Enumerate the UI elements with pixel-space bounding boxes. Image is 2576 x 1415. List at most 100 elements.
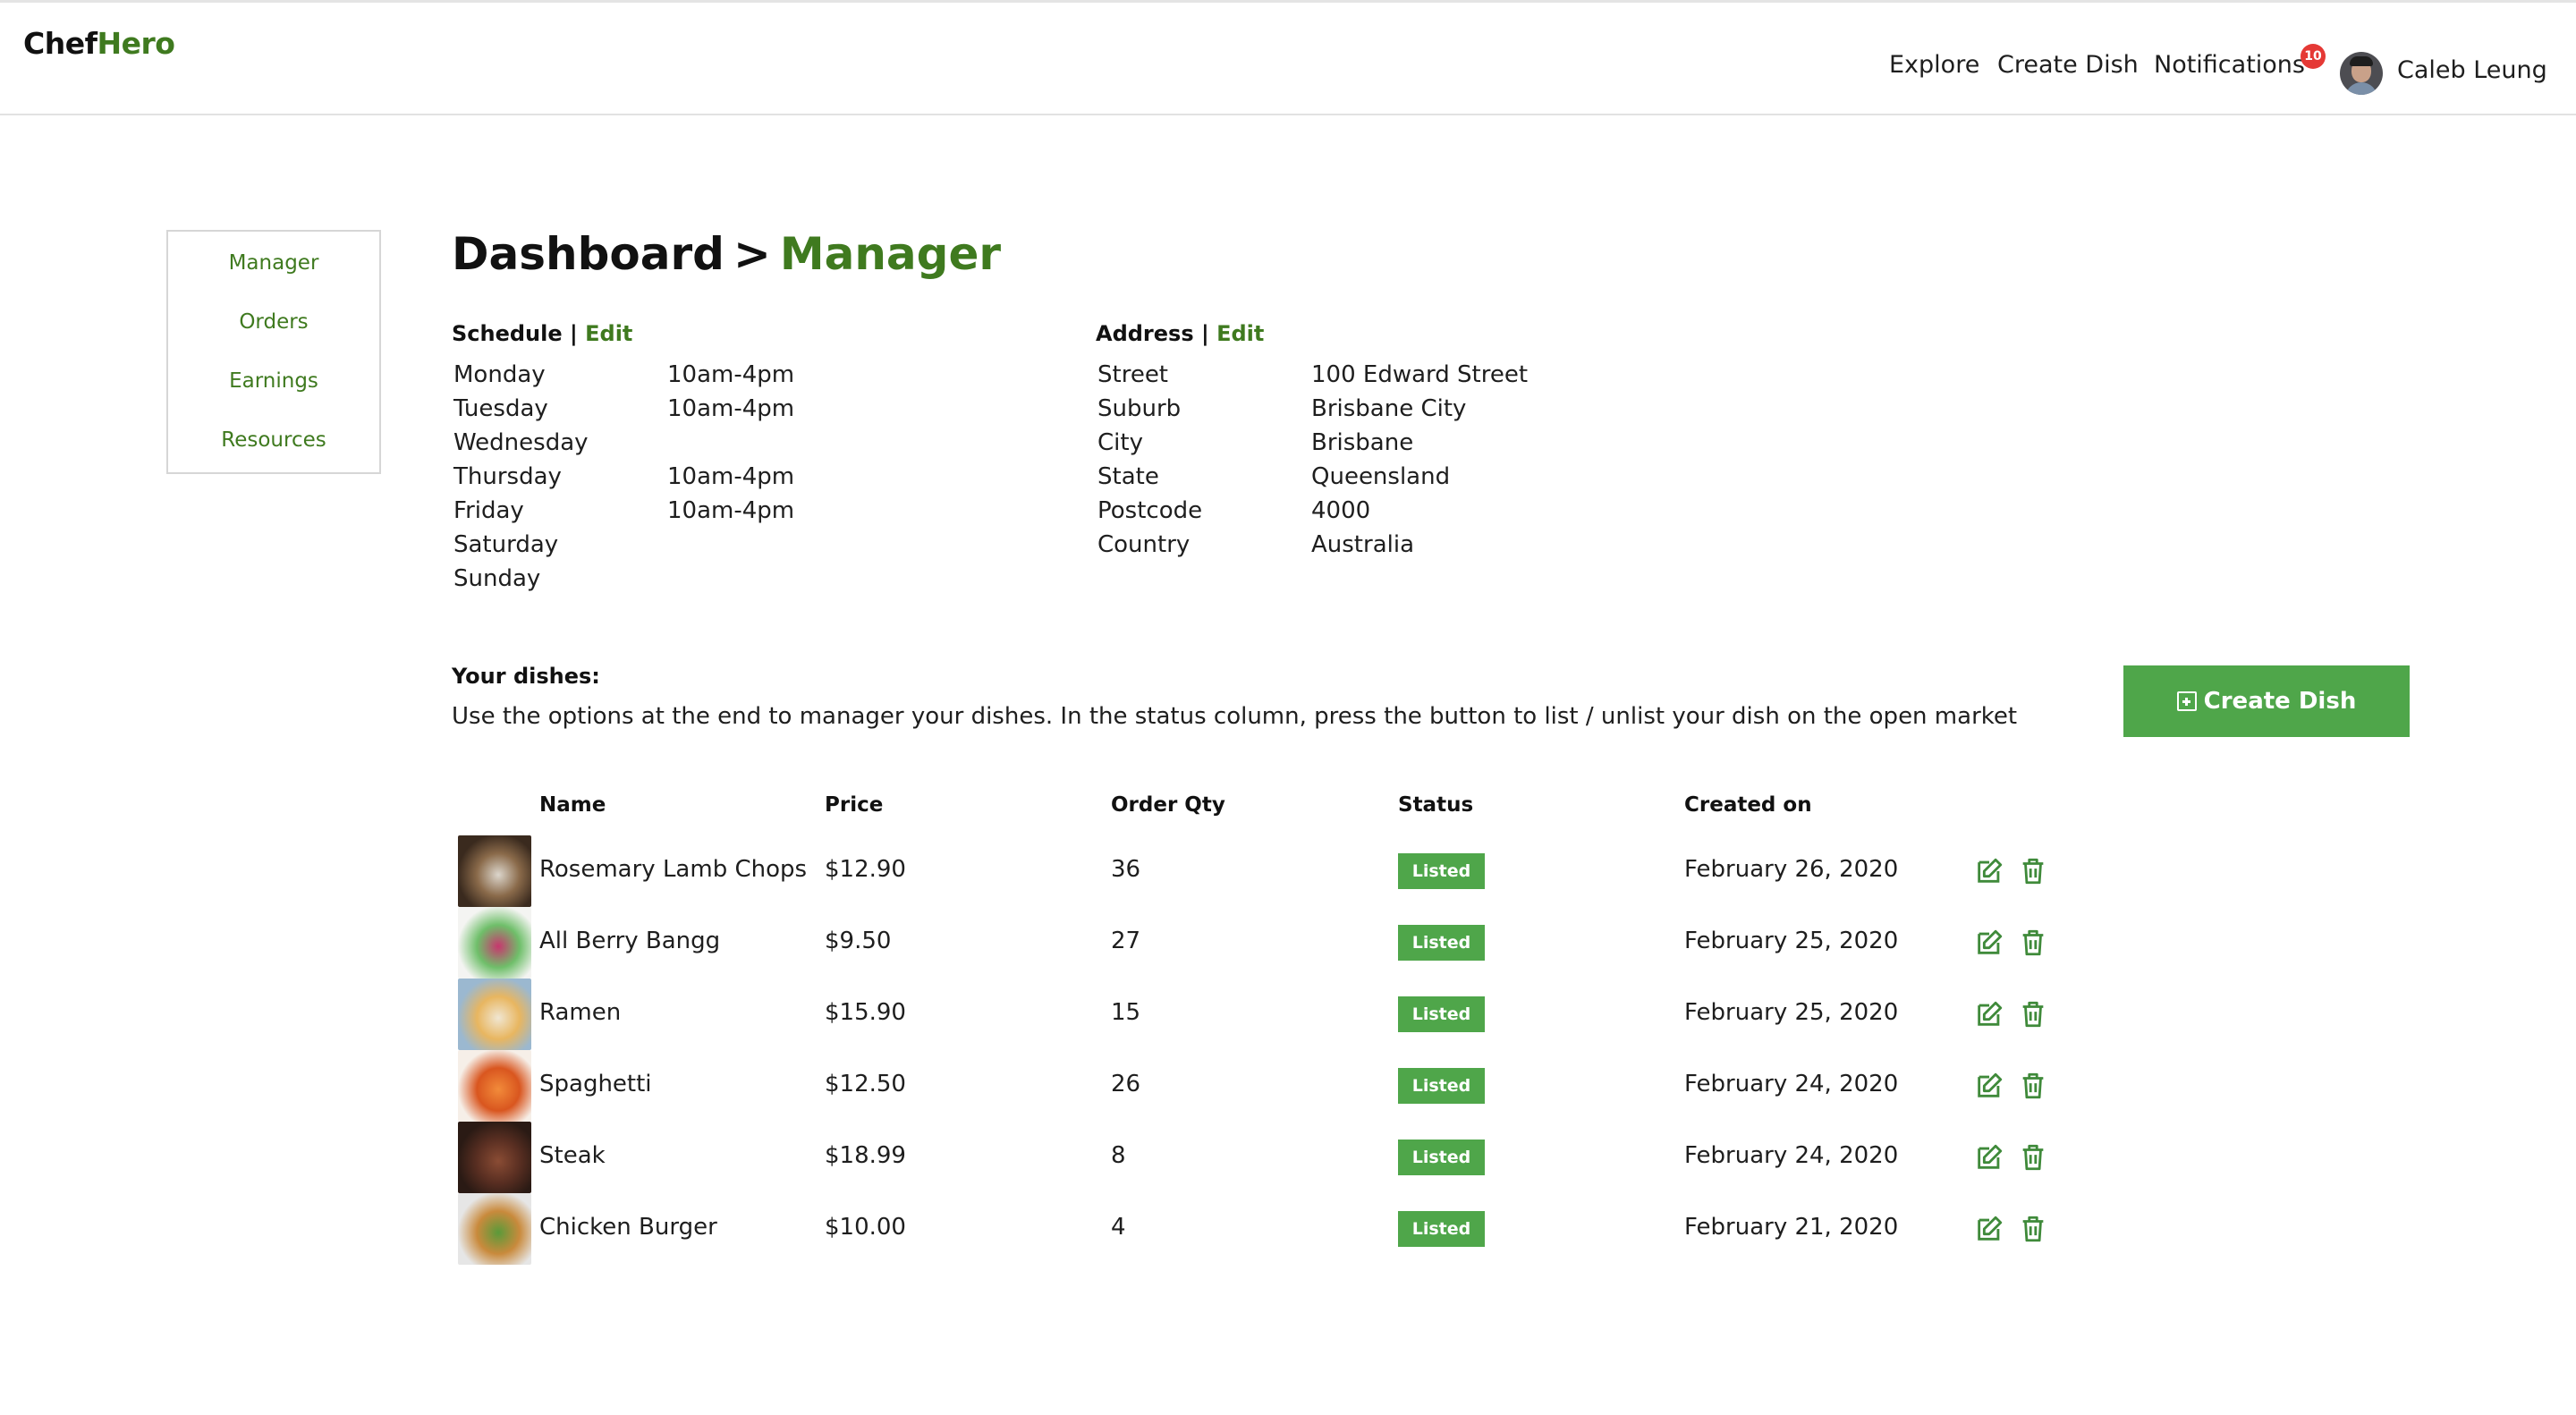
sidebar-item-resources[interactable]: Resources: [168, 428, 379, 452]
address-edit-link[interactable]: Edit: [1216, 321, 1264, 346]
sidebar-item-manager[interactable]: Manager: [168, 251, 379, 275]
trash-icon[interactable]: [2018, 1142, 2048, 1173]
address-value: Brisbane: [1311, 429, 1414, 456]
dish-name: Steak: [539, 1142, 606, 1169]
schedule-day: Wednesday: [453, 429, 589, 456]
dish-order-qty: 8: [1111, 1142, 1126, 1169]
dish-created-on: February 25, 2020: [1684, 999, 1899, 1026]
dish-created-on: February 24, 2020: [1684, 1142, 1899, 1169]
dish-name: Rosemary Lamb Chops: [539, 856, 808, 883]
trash-icon[interactable]: [2018, 928, 2048, 958]
address-value: Queensland: [1311, 463, 1451, 490]
status-toggle-button[interactable]: Listed: [1398, 1211, 1485, 1247]
dish-thumbnail: [458, 907, 531, 979]
column-header-status: Status: [1398, 793, 1474, 817]
status-toggle-button[interactable]: Listed: [1398, 925, 1485, 961]
edit-icon[interactable]: [1974, 999, 2004, 1029]
address-label: Suburb: [1097, 395, 1182, 422]
schedule-hours: 10am-4pm: [667, 497, 795, 524]
schedule-hours: 10am-4pm: [667, 361, 795, 388]
schedule-day: Tuesday: [453, 395, 548, 422]
sidebar-item-orders[interactable]: Orders: [168, 310, 379, 334]
dish-order-qty: 27: [1111, 928, 1141, 954]
schedule-day: Thursday: [453, 463, 562, 490]
column-header-created-on: Created on: [1684, 793, 1812, 817]
dish-price: $12.90: [825, 856, 906, 883]
dish-name: Chicken Burger: [539, 1214, 717, 1241]
nav-notifications[interactable]: Notifications: [2154, 51, 2305, 79]
edit-icon[interactable]: [1974, 928, 2004, 958]
avatar-shirt: [2345, 82, 2377, 95]
dishes-label: Your dishes:: [452, 664, 600, 689]
breadcrumb-manager: Manager: [779, 228, 1002, 280]
navbar: ChefHero Explore Create Dish Notificatio…: [0, 3, 2576, 115]
sidebar-item-earnings[interactable]: Earnings: [168, 369, 379, 393]
schedule-hours: 10am-4pm: [667, 463, 795, 490]
dish-price: $9.50: [825, 928, 892, 954]
trash-icon[interactable]: [2018, 999, 2048, 1029]
trash-icon[interactable]: [2018, 1071, 2048, 1101]
avatar[interactable]: [2340, 52, 2383, 95]
dish-thumbnail: [458, 1122, 531, 1193]
dish-name: Ramen: [539, 999, 622, 1026]
schedule-day: Friday: [453, 497, 524, 524]
address-label: Street: [1097, 361, 1169, 388]
brand-logo[interactable]: ChefHero: [23, 26, 175, 61]
dish-thumbnail: [458, 979, 531, 1050]
address-label: Country: [1097, 531, 1191, 558]
dish-name: Spaghetti: [539, 1071, 652, 1097]
dish-thumbnail: [458, 835, 531, 907]
sidebar: Manager Orders Earnings Resources: [166, 230, 381, 474]
column-header-order-qty: Order Qty: [1111, 793, 1225, 817]
dish-order-qty: 26: [1111, 1071, 1141, 1097]
breadcrumb-dashboard: Dashboard: [452, 228, 724, 280]
dish-order-qty: 15: [1111, 999, 1141, 1026]
address-heading-label: Address |: [1096, 321, 1209, 346]
schedule-heading: Schedule | Edit: [452, 321, 632, 346]
column-header-price: Price: [825, 793, 884, 817]
dish-order-qty: 4: [1111, 1214, 1126, 1241]
schedule-day: Saturday: [453, 531, 559, 558]
dish-price: $10.00: [825, 1214, 906, 1241]
address-value: 100 Edward Street: [1311, 361, 1529, 388]
dish-name: All Berry Bangg: [539, 928, 721, 954]
edit-icon[interactable]: [1974, 1142, 2004, 1173]
edit-icon[interactable]: [1974, 1214, 2004, 1244]
edit-icon[interactable]: [1974, 856, 2004, 886]
edit-icon[interactable]: [1974, 1071, 2004, 1101]
dish-thumbnail: [458, 1050, 531, 1122]
status-toggle-button[interactable]: Listed: [1398, 1140, 1485, 1175]
brand-part2: Hero: [97, 26, 175, 61]
address-value: 4000: [1311, 497, 1371, 524]
schedule-day: Monday: [453, 361, 546, 388]
dish-order-qty: 36: [1111, 856, 1141, 883]
schedule-day: Sunday: [453, 565, 541, 592]
trash-icon[interactable]: [2018, 1214, 2048, 1244]
column-header-name: Name: [539, 793, 606, 817]
brand-part1: Chef: [23, 26, 97, 61]
schedule-edit-link[interactable]: Edit: [585, 321, 632, 346]
status-toggle-button[interactable]: Listed: [1398, 1068, 1485, 1104]
plus-square-icon: [2176, 691, 2197, 711]
dish-price: $18.99: [825, 1142, 906, 1169]
trash-icon[interactable]: [2018, 856, 2048, 886]
nav-explore[interactable]: Explore: [1889, 51, 1979, 79]
schedule-heading-label: Schedule |: [452, 321, 578, 346]
nav-create-dish[interactable]: Create Dish: [1997, 51, 2139, 79]
dish-created-on: February 24, 2020: [1684, 1071, 1899, 1097]
status-toggle-button[interactable]: Listed: [1398, 853, 1485, 889]
page-title: Dashboard > Manager: [452, 228, 1001, 280]
avatar-hair: [2350, 56, 2373, 66]
dish-created-on: February 21, 2020: [1684, 1214, 1899, 1241]
dish-created-on: February 25, 2020: [1684, 928, 1899, 954]
address-value: Australia: [1311, 531, 1415, 558]
user-name[interactable]: Caleb Leung: [2397, 56, 2547, 84]
schedule-hours: 10am-4pm: [667, 395, 795, 422]
notification-count-badge: 10: [2301, 44, 2326, 69]
status-toggle-button[interactable]: Listed: [1398, 996, 1485, 1032]
breadcrumb-separator: >: [733, 228, 771, 280]
address-label: City: [1097, 429, 1143, 456]
create-dish-button[interactable]: Create Dish: [2123, 665, 2410, 737]
dish-created-on: February 26, 2020: [1684, 856, 1899, 883]
address-label: State: [1097, 463, 1159, 490]
